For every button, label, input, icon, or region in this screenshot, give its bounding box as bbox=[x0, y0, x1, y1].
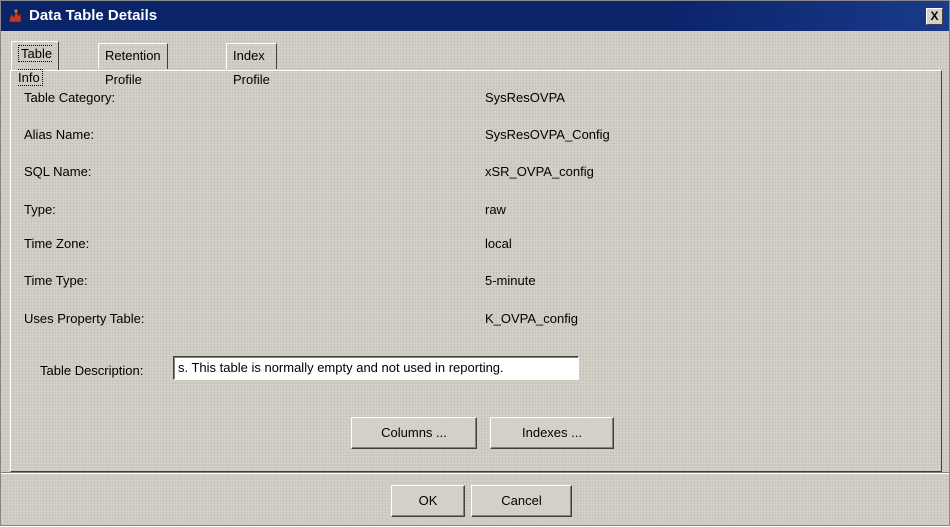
field-label: Uses Property Table: bbox=[24, 311, 145, 326]
field-value: local bbox=[485, 236, 512, 251]
tab-index-profile[interactable]: Index Profile bbox=[226, 43, 277, 87]
field-value: 5-minute bbox=[485, 273, 536, 288]
field-label: Type: bbox=[24, 202, 56, 217]
field-value: SysResOVPA_Config bbox=[485, 127, 610, 142]
data-table-details-dialog: Data Table Details X Table Info Retentio… bbox=[0, 0, 950, 526]
field-row-sql-name: SQL Name: xSR_OVPA_config bbox=[24, 164, 924, 184]
field-label: Alias Name: bbox=[24, 127, 95, 142]
field-value: xSR_OVPA_config bbox=[485, 164, 594, 179]
field-row-type: Type: raw bbox=[24, 202, 924, 222]
field-row-alias-name: Alias Name: SysResOVPA_Config bbox=[24, 127, 924, 147]
field-row-table-category: Table Category: SysResOVPA bbox=[24, 90, 924, 110]
field-label: SQL Name: bbox=[24, 164, 92, 179]
divider bbox=[1, 472, 949, 474]
field-label: Table Category: bbox=[24, 90, 116, 105]
tab-retention-profile[interactable]: Retention Profile bbox=[98, 43, 168, 87]
field-row-time-type: Time Type: 5-minute bbox=[24, 273, 924, 293]
field-row-uses-property-table: Uses Property Table: K_OVPA_config bbox=[24, 311, 924, 331]
close-icon[interactable]: X bbox=[926, 8, 943, 25]
columns-button[interactable]: Columns ... bbox=[351, 417, 477, 449]
app-icon bbox=[7, 8, 23, 24]
field-label: Time Zone: bbox=[24, 236, 90, 251]
cancel-button[interactable]: Cancel bbox=[471, 485, 572, 517]
tab-table-info[interactable]: Table Info bbox=[11, 41, 60, 86]
window-title: Data Table Details bbox=[29, 7, 158, 24]
table-info-panel: Table Category: SysResOVPA Alias Name: S… bbox=[10, 70, 942, 472]
field-row-time-zone: Time Zone: local bbox=[24, 236, 924, 256]
table-description-label: Table Description: bbox=[40, 363, 144, 378]
title-bar[interactable]: Data Table Details X bbox=[1, 1, 949, 31]
indexes-button[interactable]: Indexes ... bbox=[490, 417, 614, 449]
ok-button[interactable]: OK bbox=[391, 485, 465, 517]
field-value: SysResOVPA bbox=[485, 90, 565, 105]
field-value: raw bbox=[485, 202, 506, 217]
field-label: Time Type: bbox=[24, 273, 88, 288]
field-value: K_OVPA_config bbox=[485, 311, 578, 326]
table-description-field[interactable]: s. This table is normally empty and not … bbox=[173, 356, 579, 380]
